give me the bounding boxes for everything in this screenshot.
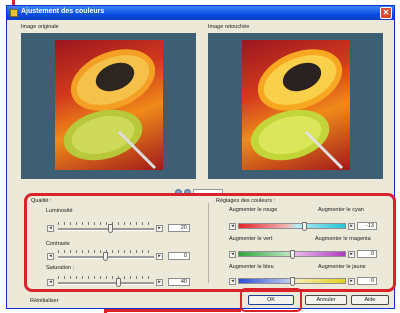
- red-cyan-value[interactable]: -13: [357, 222, 377, 230]
- window-title: Ajustement des couleurs: [21, 8, 105, 15]
- left-arrow-icon[interactable]: ◂: [229, 223, 236, 230]
- right-arrow-icon[interactable]: ▸: [348, 223, 355, 230]
- contrast-label: Contraste: [46, 241, 70, 247]
- left-arrow-icon[interactable]: ◂: [47, 279, 54, 286]
- original-image-label: Image originale: [21, 24, 59, 30]
- close-icon[interactable]: ✕: [380, 7, 392, 19]
- increase-yellow-label: Augmenter le jaune: [318, 264, 366, 270]
- brightness-value[interactable]: 20: [168, 224, 190, 232]
- green-magenta-value[interactable]: 0: [357, 250, 377, 258]
- cancel-button[interactable]: Annuler: [305, 295, 347, 305]
- callout-line-ok: [104, 309, 241, 312]
- right-arrow-icon[interactable]: ▸: [156, 279, 163, 286]
- right-arrow-icon[interactable]: ▸: [348, 278, 355, 285]
- brightness-ticks: [58, 222, 154, 225]
- saturation-track: [58, 282, 154, 285]
- reset-link[interactable]: Réinitialiser: [30, 298, 58, 304]
- saturation-thumb[interactable]: [116, 278, 121, 287]
- right-arrow-icon[interactable]: ▸: [156, 225, 163, 232]
- left-arrow-icon[interactable]: ◂: [229, 251, 236, 258]
- right-arrow-icon[interactable]: ▸: [348, 251, 355, 258]
- increase-cyan-label: Augmenter le cyan: [318, 207, 364, 213]
- right-arrow-icon[interactable]: ▸: [156, 253, 163, 260]
- ok-button[interactable]: OK: [248, 295, 294, 305]
- saturation-label: Saturation :: [46, 265, 75, 271]
- quality-title: Qualité :: [31, 198, 52, 204]
- app-icon: [10, 9, 18, 17]
- blue-yellow-thumb[interactable]: [290, 277, 295, 286]
- blue-yellow-value[interactable]: 0: [357, 277, 377, 285]
- red-cyan-gradient: [238, 223, 346, 229]
- increase-magenta-label: Augmenter le magenta: [315, 236, 371, 242]
- green-magenta-thumb[interactable]: [290, 250, 295, 259]
- original-image-preview: [21, 33, 196, 179]
- corrected-photo: [242, 40, 350, 170]
- corrected-image-label: Image retouchée: [208, 24, 250, 30]
- increase-green-label: Augmenter le vert: [229, 236, 273, 242]
- fruit-photo-corrected: [250, 49, 344, 170]
- fruit-photo-original: [63, 49, 157, 170]
- color-balance-title: Réglages des couleurs :: [216, 198, 276, 204]
- corrected-image-preview: [208, 33, 383, 179]
- left-arrow-icon[interactable]: ◂: [47, 225, 54, 232]
- left-arrow-icon[interactable]: ◂: [47, 253, 54, 260]
- brightness-label: Luminosité: [46, 208, 73, 214]
- left-arrow-icon[interactable]: ◂: [229, 278, 236, 285]
- red-cyan-thumb[interactable]: [302, 222, 307, 231]
- title-bar[interactable]: Ajustement des couleurs ✕: [7, 6, 394, 20]
- help-button[interactable]: Aide: [351, 295, 389, 305]
- increase-red-label: Augmenter le rouge: [229, 207, 278, 213]
- group-separator: [208, 203, 209, 283]
- brightness-thumb[interactable]: [108, 224, 113, 233]
- brightness-track: [58, 228, 154, 231]
- original-photo: [55, 40, 163, 170]
- saturation-ticks: [58, 276, 154, 279]
- contrast-value[interactable]: 0: [168, 252, 190, 260]
- contrast-thumb[interactable]: [103, 252, 108, 261]
- saturation-value[interactable]: 40: [168, 278, 190, 286]
- increase-blue-label: Augmenter le bleu: [229, 264, 274, 270]
